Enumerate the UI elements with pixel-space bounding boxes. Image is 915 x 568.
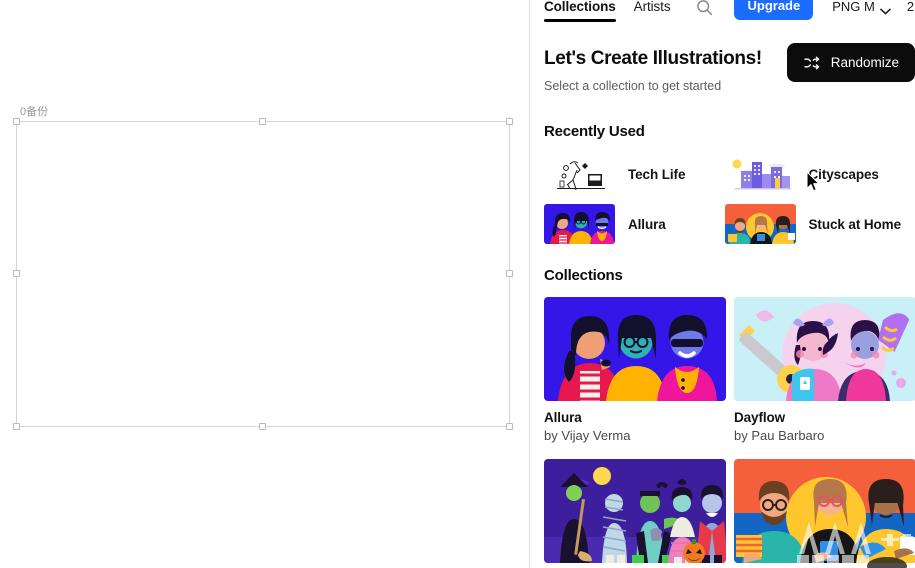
selection-bounding-box[interactable] bbox=[13, 118, 513, 430]
thumbnail-dayflow bbox=[734, 297, 915, 401]
resize-handle-top-right[interactable] bbox=[506, 118, 513, 125]
resize-handle-top-center[interactable] bbox=[259, 118, 266, 125]
recent-item-allura[interactable]: Allura bbox=[544, 204, 699, 244]
search-icon[interactable] bbox=[696, 0, 713, 16]
thumbnail-cityscapes bbox=[724, 154, 796, 194]
recently-used-heading: Recently Used bbox=[544, 123, 645, 140]
illustrations-plugin-panel: Collections Artists Upgrade PNG M 2S bbox=[530, 0, 915, 568]
export-size-value[interactable]: 2S bbox=[907, 0, 915, 14]
randomize-label: Randomize bbox=[830, 55, 899, 70]
recent-item-stuck-at-home[interactable]: Stuck at Home bbox=[724, 204, 902, 244]
collection-card-open-peeps[interactable]: Open Peeps bbox=[544, 459, 726, 568]
collection-name: Allura bbox=[544, 410, 582, 425]
thumbnail-tech-life bbox=[544, 154, 615, 194]
design-canvas[interactable]: 0备份 bbox=[0, 0, 530, 568]
collection-card-stuck-at-home[interactable]: Stuck at Home bbox=[734, 459, 915, 568]
recent-item-tech-life[interactable]: Tech Life bbox=[544, 154, 699, 194]
resize-handle-middle-left[interactable] bbox=[13, 270, 20, 277]
resize-handle-bottom-left[interactable] bbox=[13, 423, 20, 430]
thumbnail-allura-large bbox=[544, 297, 726, 401]
resize-handle-bottom-center[interactable] bbox=[259, 423, 266, 430]
tab-collections[interactable]: Collections bbox=[544, 0, 616, 22]
resize-handle-top-left[interactable] bbox=[13, 118, 20, 125]
randomize-button[interactable]: Randomize bbox=[786, 43, 915, 82]
thumbnail-allura bbox=[544, 204, 615, 244]
recent-label: Stuck at Home bbox=[808, 216, 902, 232]
collection-author: by Pau Barbaro bbox=[734, 428, 825, 443]
thumbnail-stuck-at-home bbox=[724, 204, 796, 244]
hero-section: Let's Create Illustrations! Select a col… bbox=[544, 22, 915, 94]
recent-label: Allura bbox=[628, 216, 666, 232]
resize-handle-bottom-right[interactable] bbox=[506, 423, 513, 430]
tab-artists[interactable]: Artists bbox=[634, 0, 671, 22]
chevron-down-icon bbox=[880, 3, 891, 15]
collection-author: by Vijay Verma bbox=[544, 428, 631, 443]
panel-tabs: Collections Artists bbox=[544, 0, 671, 22]
collections-heading: Collections bbox=[544, 267, 623, 284]
resize-handle-middle-right[interactable] bbox=[506, 270, 513, 277]
panel-content: Let's Create Illustrations! Select a col… bbox=[530, 22, 915, 568]
export-format-select[interactable]: PNG M bbox=[832, 0, 891, 15]
recent-item-cityscapes[interactable]: Cityscapes bbox=[724, 154, 901, 194]
thumbnail-stuck-at-home-large bbox=[734, 459, 915, 563]
collections-grid: Allura by Vijay Verma Dayflow by Pau Bar… bbox=[544, 297, 915, 568]
recent-label: Tech Life bbox=[628, 166, 686, 182]
export-format-value: PNG M bbox=[832, 0, 875, 14]
recent-label: Cityscapes bbox=[808, 166, 879, 182]
panel-topbar: Collections Artists Upgrade PNG M 2S bbox=[530, 0, 915, 22]
collection-name: Dayflow bbox=[734, 410, 786, 425]
shuffle-icon bbox=[804, 56, 820, 70]
collection-card-allura[interactable]: Allura by Vijay Verma bbox=[544, 297, 726, 443]
recently-used-grid: Tech Life Cityscapes Allura Stuck at Hom… bbox=[544, 154, 901, 244]
collection-card-dayflow[interactable]: Dayflow by Pau Barbaro bbox=[734, 297, 915, 443]
application-window: 0备份 Collections Artists Upgrade PNG M 2 … bbox=[0, 0, 915, 568]
thumbnail-open-peeps bbox=[544, 459, 726, 563]
upgrade-button[interactable]: Upgrade bbox=[734, 0, 814, 20]
artboard-label: 0备份 bbox=[20, 106, 49, 118]
